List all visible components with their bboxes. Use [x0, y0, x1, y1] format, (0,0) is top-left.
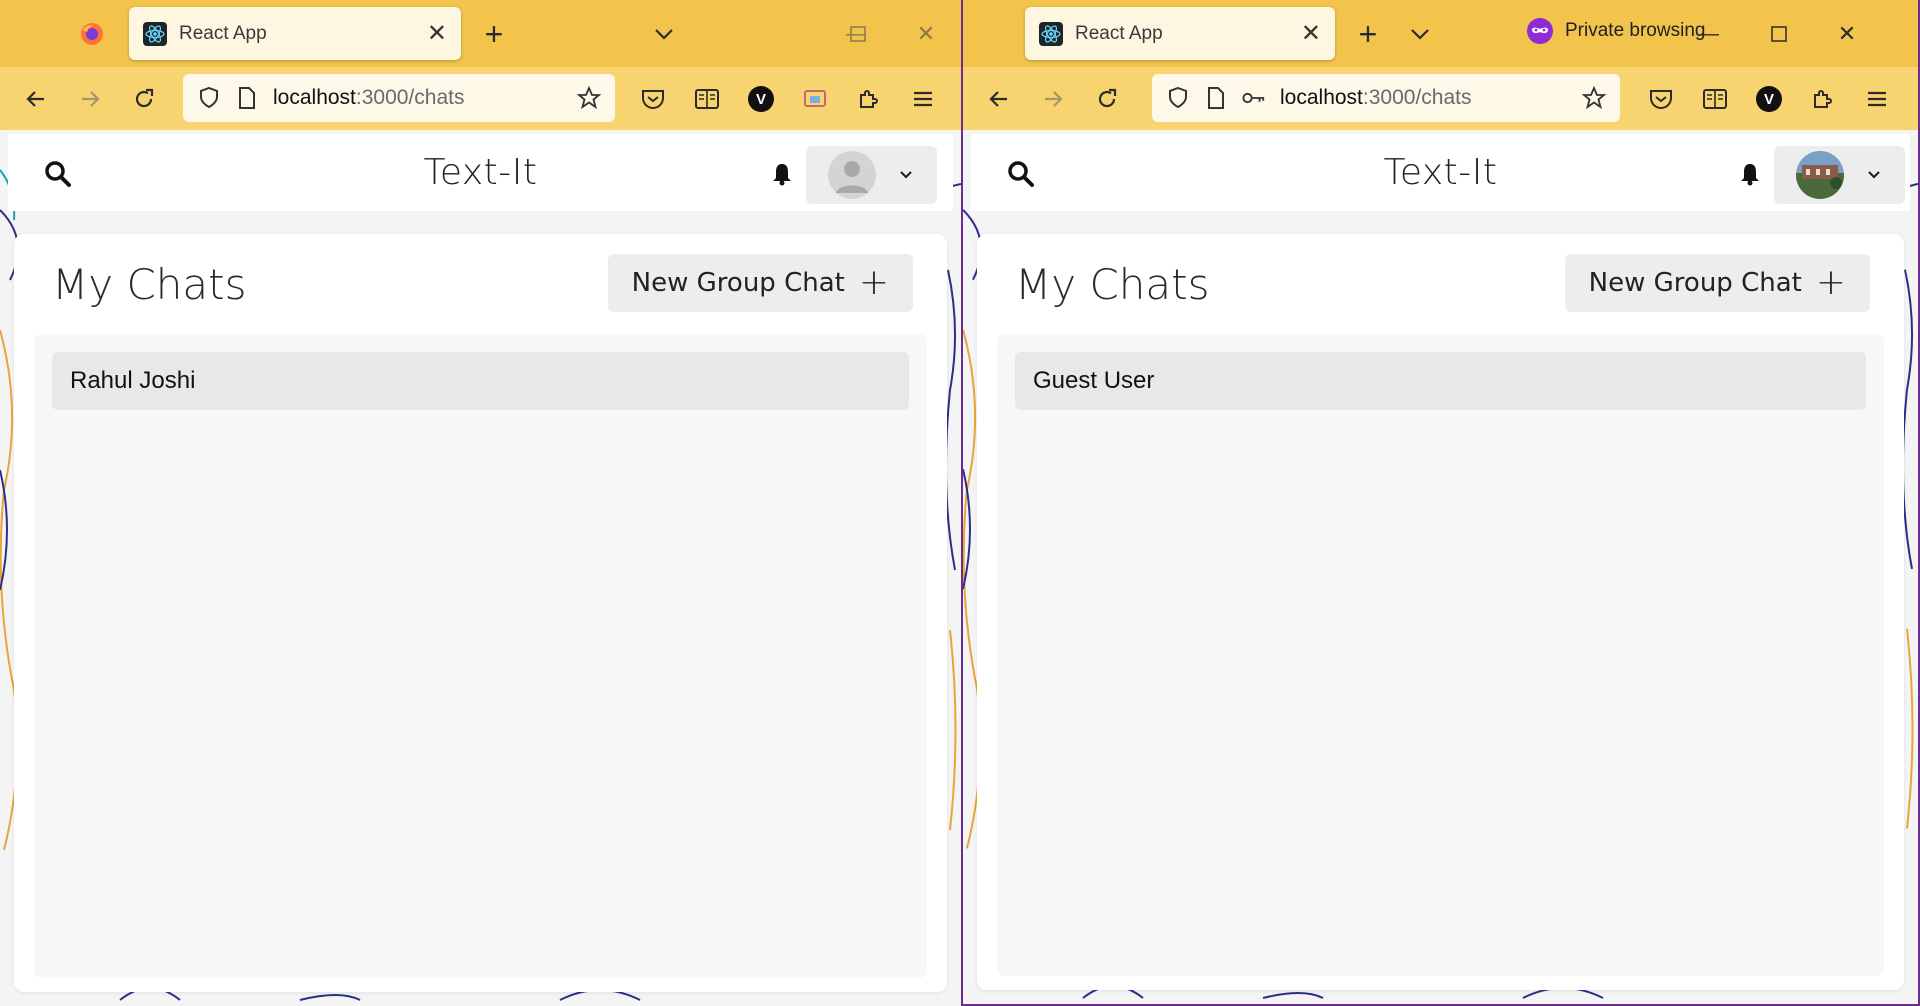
tab-close-icon[interactable]: ✕ [427, 21, 447, 46]
chats-card: My Chats New Group Chat + Guest User [977, 234, 1904, 990]
avatar [828, 151, 876, 199]
maximize-button[interactable] [842, 18, 874, 50]
nav-toolbar: localhost:3000/chats V [0, 67, 961, 130]
puzzle-icon[interactable] [1807, 83, 1839, 115]
reader-view-icon[interactable] [691, 83, 723, 115]
user-menu-button[interactable] [1774, 146, 1905, 204]
page-icon[interactable] [235, 86, 259, 110]
user-menu-button[interactable] [806, 146, 937, 204]
tab-react-app[interactable]: React App ✕ [129, 7, 461, 60]
hamburger-menu-icon[interactable] [907, 83, 939, 115]
private-browsing-label: Private browsing [1565, 20, 1706, 41]
pocket-icon[interactable] [637, 83, 669, 115]
pocket-icon[interactable] [1645, 83, 1677, 115]
shield-icon[interactable] [197, 86, 221, 110]
tab-close-icon[interactable]: ✕ [1301, 21, 1321, 46]
page-title: My Chats [1015, 260, 1210, 309]
star-icon[interactable] [1582, 85, 1606, 110]
arrow-left-icon[interactable] [20, 83, 52, 115]
list-item[interactable]: Rahul Joshi [52, 352, 909, 410]
tab-bar: React App ✕ + Private browsing — ✕ [963, 0, 1918, 67]
app-header: Text-It [971, 134, 1910, 211]
firefox-logo-icon [76, 18, 108, 50]
reader-view-icon[interactable] [1699, 83, 1731, 115]
bell-icon[interactable] [1739, 162, 1761, 186]
arrow-right-icon[interactable] [1037, 83, 1069, 115]
new-group-chat-label: New Group Chat [1588, 268, 1802, 298]
tab-title: React App [1075, 22, 1163, 44]
chevron-down-icon [1868, 171, 1880, 179]
vimium-extension-icon[interactable]: V [745, 83, 777, 115]
arrow-left-icon[interactable] [983, 83, 1015, 115]
page-icon[interactable] [1204, 86, 1228, 110]
chat-list: Rahul Joshi [34, 334, 927, 978]
hamburger-menu-icon[interactable] [1861, 83, 1893, 115]
avatar [1796, 151, 1844, 199]
arrow-right-icon[interactable] [74, 83, 106, 115]
app-title: Text-It [1383, 152, 1498, 193]
list-item[interactable]: Guest User [1015, 352, 1866, 410]
puzzle-icon[interactable] [853, 83, 885, 115]
browser-window-left: React App ✕ + — ✕ localhost:3000/chats V [0, 0, 961, 1006]
star-icon[interactable] [577, 85, 601, 110]
tab-react-app[interactable]: React App ✕ [1025, 7, 1335, 60]
list-all-tabs-icon[interactable] [1404, 18, 1436, 50]
url-text: localhost:3000/chats [1280, 86, 1472, 109]
private-mask-icon [1527, 18, 1553, 44]
react-favicon-icon [143, 21, 167, 46]
window-close-button[interactable]: ✕ [910, 18, 942, 50]
bell-icon[interactable] [771, 162, 793, 186]
new-group-chat-label: New Group Chat [631, 268, 845, 298]
chevron-down-icon [900, 171, 912, 179]
url-bar[interactable]: localhost:3000/chats [183, 74, 615, 122]
cast-extension-icon[interactable] [799, 83, 831, 115]
page-title: My Chats [52, 260, 247, 309]
vimium-extension-icon[interactable]: V [1753, 83, 1785, 115]
minimize-button[interactable]: — [1693, 18, 1725, 50]
new-group-chat-button[interactable]: New Group Chat + [1564, 254, 1870, 312]
browser-window-right: React App ✕ + Private browsing — ✕ local… [961, 0, 1920, 1006]
tab-title: React App [179, 22, 267, 44]
chat-list: Guest User [997, 334, 1884, 976]
list-all-tabs-icon[interactable] [648, 18, 680, 50]
nav-toolbar: localhost:3000/chats V [963, 67, 1918, 130]
new-tab-button[interactable]: + [478, 16, 510, 52]
maximize-button[interactable] [1763, 18, 1795, 50]
chats-card: My Chats New Group Chat + Rahul Joshi [14, 234, 947, 992]
tab-bar: React App ✕ + — ✕ [0, 0, 961, 67]
app-header: Text-It [8, 134, 953, 211]
new-tab-button[interactable]: + [1352, 16, 1384, 52]
reload-icon[interactable] [128, 83, 160, 115]
private-browsing-indicator: Private browsing [1527, 18, 1705, 44]
window-close-button[interactable]: ✕ [1831, 18, 1863, 50]
shield-icon[interactable] [1166, 86, 1190, 110]
url-bar[interactable]: localhost:3000/chats [1152, 74, 1620, 122]
plus-icon: + [858, 262, 889, 303]
url-text: localhost:3000/chats [273, 86, 465, 109]
react-favicon-icon [1039, 21, 1063, 46]
plus-icon: + [1815, 262, 1846, 303]
page-content: Text-It My Chats New Group Chat + Guest … [963, 130, 1918, 1004]
new-group-chat-button[interactable]: New Group Chat + [607, 254, 913, 312]
reload-icon[interactable] [1091, 83, 1123, 115]
key-icon[interactable] [1242, 86, 1266, 110]
page-content: Text-It My Chats New Group Chat + Rahul … [0, 130, 961, 1006]
